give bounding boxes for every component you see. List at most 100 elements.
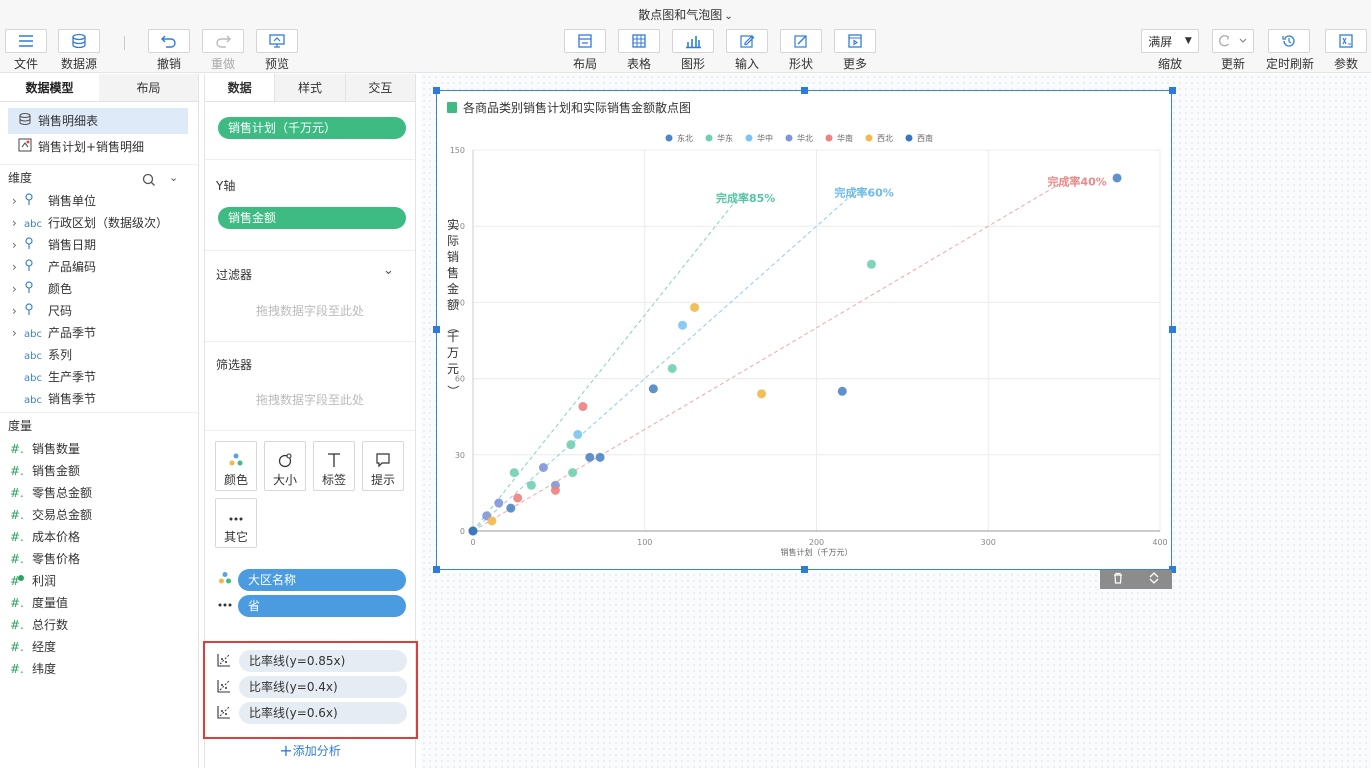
- dimension-item[interactable]: › abc 产品季节: [0, 322, 198, 344]
- chevron-right-icon[interactable]: ›: [12, 212, 24, 234]
- document-title[interactable]: 散点图和气泡图 ⌄: [0, 6, 1371, 23]
- measure-item[interactable]: #. 销售数量: [0, 438, 198, 460]
- tab-data[interactable]: 数据: [205, 74, 276, 101]
- selector-drop-zone[interactable]: 拖拽数据字段至此处: [205, 391, 415, 408]
- y-axis-field-pill[interactable]: 销售金额: [218, 207, 406, 229]
- dimension-item[interactable]: › 产品编码: [0, 256, 198, 278]
- number-type-icon: #.: [10, 486, 24, 500]
- dimension-item[interactable]: abc 生产季节: [0, 366, 198, 388]
- input-button[interactable]: 输入: [725, 29, 769, 72]
- undo-button[interactable]: 撤销: [147, 29, 191, 72]
- graph-button[interactable]: 图形: [671, 29, 715, 72]
- ratio-line-item[interactable]: 比率线(y=0.4x): [217, 676, 407, 698]
- chevron-down-icon[interactable]: ⌄: [383, 263, 394, 278]
- trash-icon[interactable]: [1112, 572, 1124, 587]
- graph-label: 图形: [680, 57, 705, 71]
- redo-button[interactable]: 重做: [201, 29, 245, 72]
- chart-widget[interactable]: 各商品类别销售计划和实际销售金额散点图 0 30 60 90 120 150 0 100 200…: [436, 90, 1172, 570]
- tab-style[interactable]: 样式: [275, 74, 346, 101]
- shape-button[interactable]: 形状: [779, 29, 823, 72]
- y-axis-title-char: 实: [447, 217, 459, 232]
- chevron-right-icon[interactable]: ›: [12, 256, 24, 278]
- resize-handle[interactable]: [801, 87, 808, 94]
- pen-icon: [780, 29, 822, 53]
- resize-handle[interactable]: [433, 326, 440, 333]
- measure-label: 销售金额: [32, 464, 81, 478]
- tab-data-model[interactable]: 数据模型: [0, 74, 99, 101]
- dimension-item[interactable]: › 销售单位: [0, 190, 198, 212]
- palette-icon: [216, 442, 256, 468]
- layout-button[interactable]: 布局: [563, 29, 607, 72]
- swap-icon[interactable]: [1148, 572, 1160, 587]
- dimension-label: 销售单位: [48, 194, 97, 208]
- other-field-pill[interactable]: 省: [238, 595, 406, 617]
- scatter-point: [667, 363, 677, 373]
- dimension-item[interactable]: abc 销售季节: [0, 388, 198, 410]
- ratio-line-item[interactable]: 比率线(y=0.6x): [217, 702, 407, 724]
- x-axis-field-pill[interactable]: 销售计划（千万元）: [218, 117, 406, 139]
- dimension-label: 尺码: [48, 304, 73, 318]
- filter-drop-zone[interactable]: 拖拽数据字段至此处: [205, 302, 415, 319]
- measure-item[interactable]: #. 经度: [0, 636, 198, 658]
- dimension-item[interactable]: › 销售日期: [0, 234, 198, 256]
- table-item-plan-detail[interactable]: 销售计划+销售明细: [0, 134, 198, 160]
- measure-item[interactable]: #. 销售金额: [0, 460, 198, 482]
- measure-label: 零售价格: [32, 552, 81, 566]
- ratio-lines-highlight: 比率线(y=0.85x) 比率线(y=0.4x) 比率线(y=0.6x): [203, 641, 418, 739]
- table-button[interactable]: 表格: [617, 29, 661, 72]
- params-button[interactable]: 参数: [1324, 29, 1368, 72]
- measure-item[interactable]: #. 交易总金额: [0, 504, 198, 526]
- chevron-right-icon[interactable]: ›: [12, 322, 24, 344]
- dimension-item[interactable]: › 尺码: [0, 300, 198, 322]
- measure-item[interactable]: # 利润: [0, 570, 198, 592]
- comment-icon: [363, 442, 403, 468]
- joined-table-icon: [18, 135, 32, 161]
- ratio-line-item[interactable]: 比率线(y=0.85x): [217, 650, 407, 672]
- measure-item[interactable]: #. 纬度: [0, 658, 198, 680]
- resize-handle[interactable]: [1169, 326, 1176, 333]
- measure-item[interactable]: #. 总行数: [0, 614, 198, 636]
- table-item-sales-detail[interactable]: 销售明细表: [8, 108, 188, 134]
- more-button[interactable]: 更多: [833, 29, 877, 72]
- text-type-icon: abc: [24, 329, 42, 340]
- number-type-icon: #.: [10, 442, 24, 456]
- chevron-down-icon[interactable]: ⌄: [169, 165, 178, 191]
- datasource-button[interactable]: 数据源: [57, 29, 101, 72]
- ratio-line: [472, 186, 862, 532]
- tab-interaction[interactable]: 交互: [345, 74, 415, 101]
- add-analysis-button[interactable]: +添加分析: [205, 741, 415, 760]
- mark-size-button[interactable]: 大小: [264, 441, 306, 491]
- zoom-select[interactable]: 满屏 ▼ 缩放: [1141, 29, 1199, 72]
- plus-icon: +: [279, 741, 293, 760]
- dimension-item[interactable]: › abc 行政区划（数据级次）: [0, 212, 198, 234]
- measure-item[interactable]: #. 度量值: [0, 592, 198, 614]
- measure-item[interactable]: #. 零售总金额: [0, 482, 198, 504]
- redo-label: 重做: [210, 57, 235, 71]
- dimension-item[interactable]: abc 系列: [0, 344, 198, 366]
- mark-other-button[interactable]: 其它: [215, 498, 257, 548]
- update-button[interactable]: 更新: [1211, 29, 1255, 72]
- legend-label: 西北: [877, 134, 893, 143]
- search-icon[interactable]: [142, 170, 156, 196]
- chevron-right-icon[interactable]: ›: [12, 190, 24, 212]
- measure-item[interactable]: #. 零售价格: [0, 548, 198, 570]
- preview-button[interactable]: 预览: [255, 29, 299, 72]
- file-button[interactable]: 文件: [4, 29, 48, 72]
- tab-layout[interactable]: 布局: [99, 74, 198, 101]
- chevron-right-icon[interactable]: ›: [12, 234, 24, 256]
- mark-tooltip-button[interactable]: 提示: [362, 441, 404, 491]
- color-field-pill[interactable]: 大区名称: [238, 569, 406, 591]
- dimension-label: 颜色: [48, 282, 73, 296]
- resize-handle[interactable]: [801, 566, 808, 573]
- more-label: 更多: [842, 57, 867, 71]
- mark-color-button[interactable]: 颜色: [215, 441, 257, 491]
- resize-handle[interactable]: [433, 87, 440, 94]
- measure-item[interactable]: #. 成本价格: [0, 526, 198, 548]
- resize-handle[interactable]: [433, 566, 440, 573]
- timer-refresh-button[interactable]: 定时刷新: [1266, 29, 1314, 72]
- dimension-item[interactable]: › 颜色: [0, 278, 198, 300]
- chevron-right-icon[interactable]: ›: [12, 300, 24, 322]
- mark-label-button[interactable]: 标签: [313, 441, 355, 491]
- resize-handle[interactable]: [1169, 87, 1176, 94]
- chevron-right-icon[interactable]: ›: [12, 278, 24, 300]
